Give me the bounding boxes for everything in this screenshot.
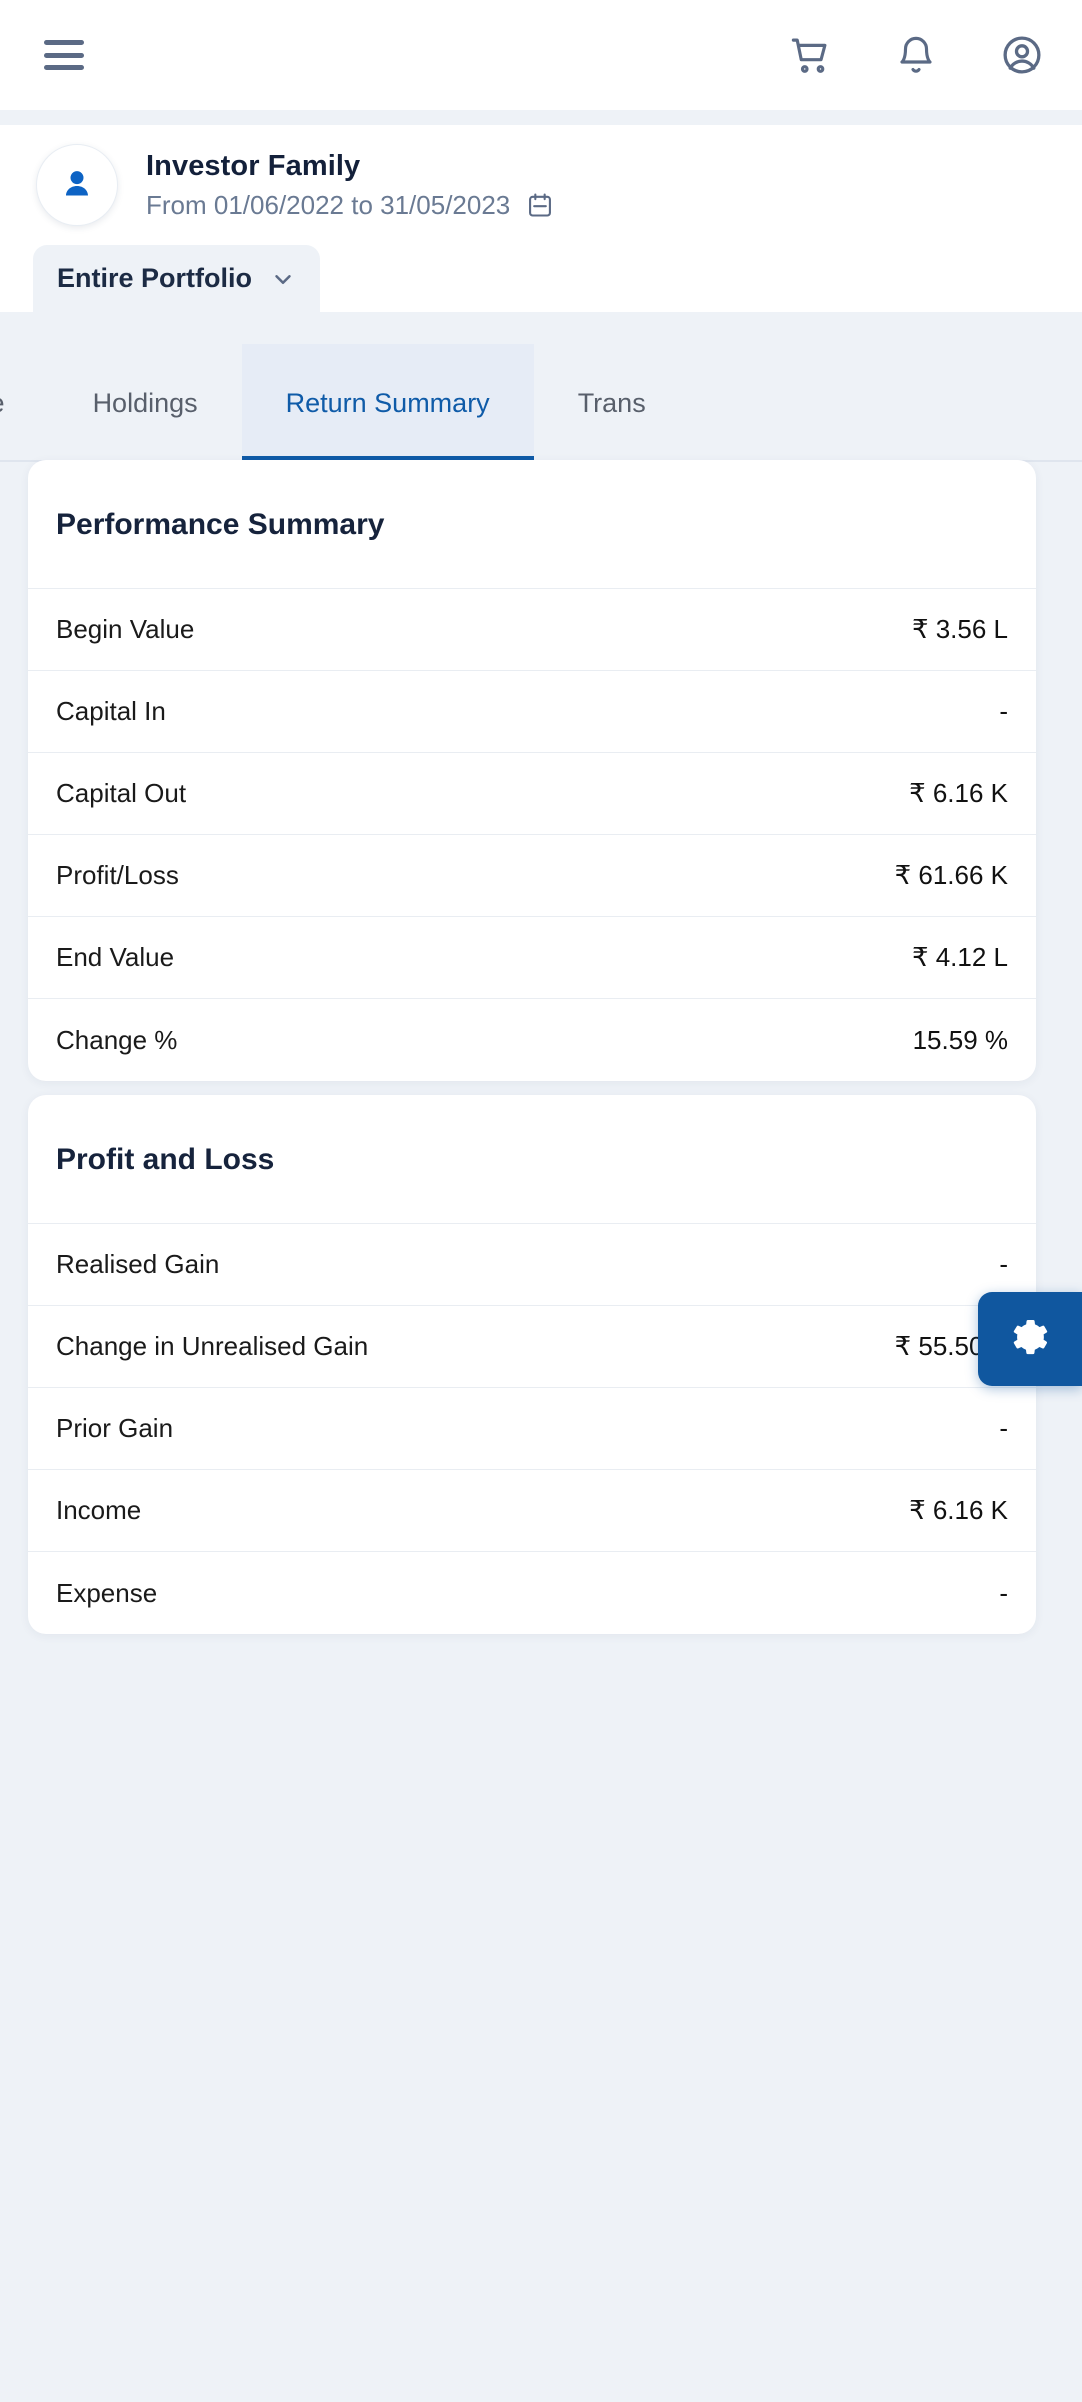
- portfolio-selector[interactable]: Entire Portfolio: [33, 245, 320, 312]
- tab-performance[interactable]: ance: [0, 344, 49, 462]
- table-row: Profit/Loss ₹ 61.66 K: [28, 835, 1036, 917]
- row-label: Capital In: [56, 696, 166, 726]
- table-row: Income ₹ 6.16 K: [28, 1470, 1036, 1552]
- row-value: ₹ 3.56 L: [911, 614, 1008, 644]
- investor-info: Investor Family From 01/06/2022 to 31/05…: [146, 150, 554, 221]
- row-label: Expense: [56, 1577, 158, 1608]
- row-label: Begin Value: [56, 614, 195, 644]
- date-range-label: From 01/06/2022 to 31/05/2023: [146, 189, 511, 220]
- date-range-row[interactable]: From 01/06/2022 to 31/05/2023: [146, 190, 554, 221]
- row-label: Capital Out: [56, 778, 187, 808]
- row-value: ₹ 6.16 K: [909, 778, 1008, 808]
- hamburger-menu-icon[interactable]: [44, 40, 84, 70]
- table-row: Prior Gain -: [28, 1388, 1036, 1470]
- calendar-icon[interactable]: [526, 191, 554, 219]
- hamburger-bar: [44, 52, 84, 58]
- avatar: [36, 144, 118, 226]
- hamburger-bar: [44, 65, 84, 70]
- app-bar: [0, 0, 1082, 110]
- row-label: Prior Gain: [56, 1413, 174, 1443]
- row-value: ₹ 4.12 L: [911, 942, 1008, 972]
- app-screen: Investor Family From 01/06/2022 to 31/05…: [0, 0, 1082, 2402]
- card-title: Performance Summary: [28, 460, 1036, 589]
- table-row: End Value ₹ 4.12 L: [28, 917, 1036, 999]
- row-label: Profit/Loss: [56, 860, 179, 890]
- row-value: -: [999, 696, 1008, 726]
- row-label: Change %: [56, 1024, 178, 1055]
- tab-bar: ance Holdings Return Summary Trans: [0, 344, 1082, 462]
- table-row: Expense -: [28, 1552, 1036, 1634]
- tab-transactions[interactable]: Trans: [534, 344, 690, 462]
- table-row: Begin Value ₹ 3.56 L: [28, 589, 1036, 671]
- row-value: ₹ 6.16 K: [909, 1495, 1008, 1525]
- row-value: -: [999, 1577, 1008, 1608]
- row-value: -: [999, 1413, 1008, 1443]
- settings-fab-button[interactable]: [978, 1292, 1082, 1386]
- tab-label: Trans: [577, 387, 646, 418]
- appbar-actions: [788, 33, 1044, 77]
- gear-icon: [1007, 1316, 1053, 1362]
- profit-and-loss-card: Profit and Loss Realised Gain - Change i…: [28, 1095, 1036, 1634]
- main-content: ance Holdings Return Summary Trans Perfo…: [0, 312, 1082, 2402]
- portfolio-selector-label: Entire Portfolio: [57, 263, 252, 293]
- table-row: Change in Unrealised Gain ₹ 55.50 K: [28, 1306, 1036, 1388]
- row-label: Income: [56, 1495, 142, 1525]
- performance-summary-card: Performance Summary Begin Value ₹ 3.56 L…: [28, 460, 1036, 1081]
- table-row: Capital Out ₹ 6.16 K: [28, 753, 1036, 835]
- tab-label: Return Summary: [285, 387, 490, 418]
- row-value: -: [999, 1249, 1008, 1279]
- table-row: Realised Gain -: [28, 1224, 1036, 1306]
- row-label: Realised Gain: [56, 1249, 220, 1279]
- investor-name: Investor Family: [146, 149, 361, 182]
- user-account-icon[interactable]: [1000, 33, 1044, 77]
- tab-holdings[interactable]: Holdings: [49, 344, 242, 462]
- tab-return-summary[interactable]: Return Summary: [241, 344, 534, 462]
- row-value: 15.59 %: [912, 1024, 1008, 1055]
- row-label: Change in Unrealised Gain: [56, 1331, 369, 1361]
- chevron-down-icon: [270, 266, 296, 292]
- hamburger-bar: [44, 40, 84, 45]
- row-label: End Value: [56, 942, 175, 972]
- investor-header: Investor Family From 01/06/2022 to 31/05…: [0, 125, 1082, 245]
- card-title: Profit and Loss: [28, 1095, 1036, 1224]
- table-row: Change % 15.59 %: [28, 999, 1036, 1081]
- row-value: ₹ 61.66 K: [894, 860, 1008, 890]
- notification-bell-icon[interactable]: [894, 33, 938, 77]
- shopping-cart-icon[interactable]: [788, 33, 832, 77]
- table-row: Capital In -: [28, 671, 1036, 753]
- tab-label: Holdings: [92, 387, 198, 418]
- tab-label: ance: [0, 388, 5, 419]
